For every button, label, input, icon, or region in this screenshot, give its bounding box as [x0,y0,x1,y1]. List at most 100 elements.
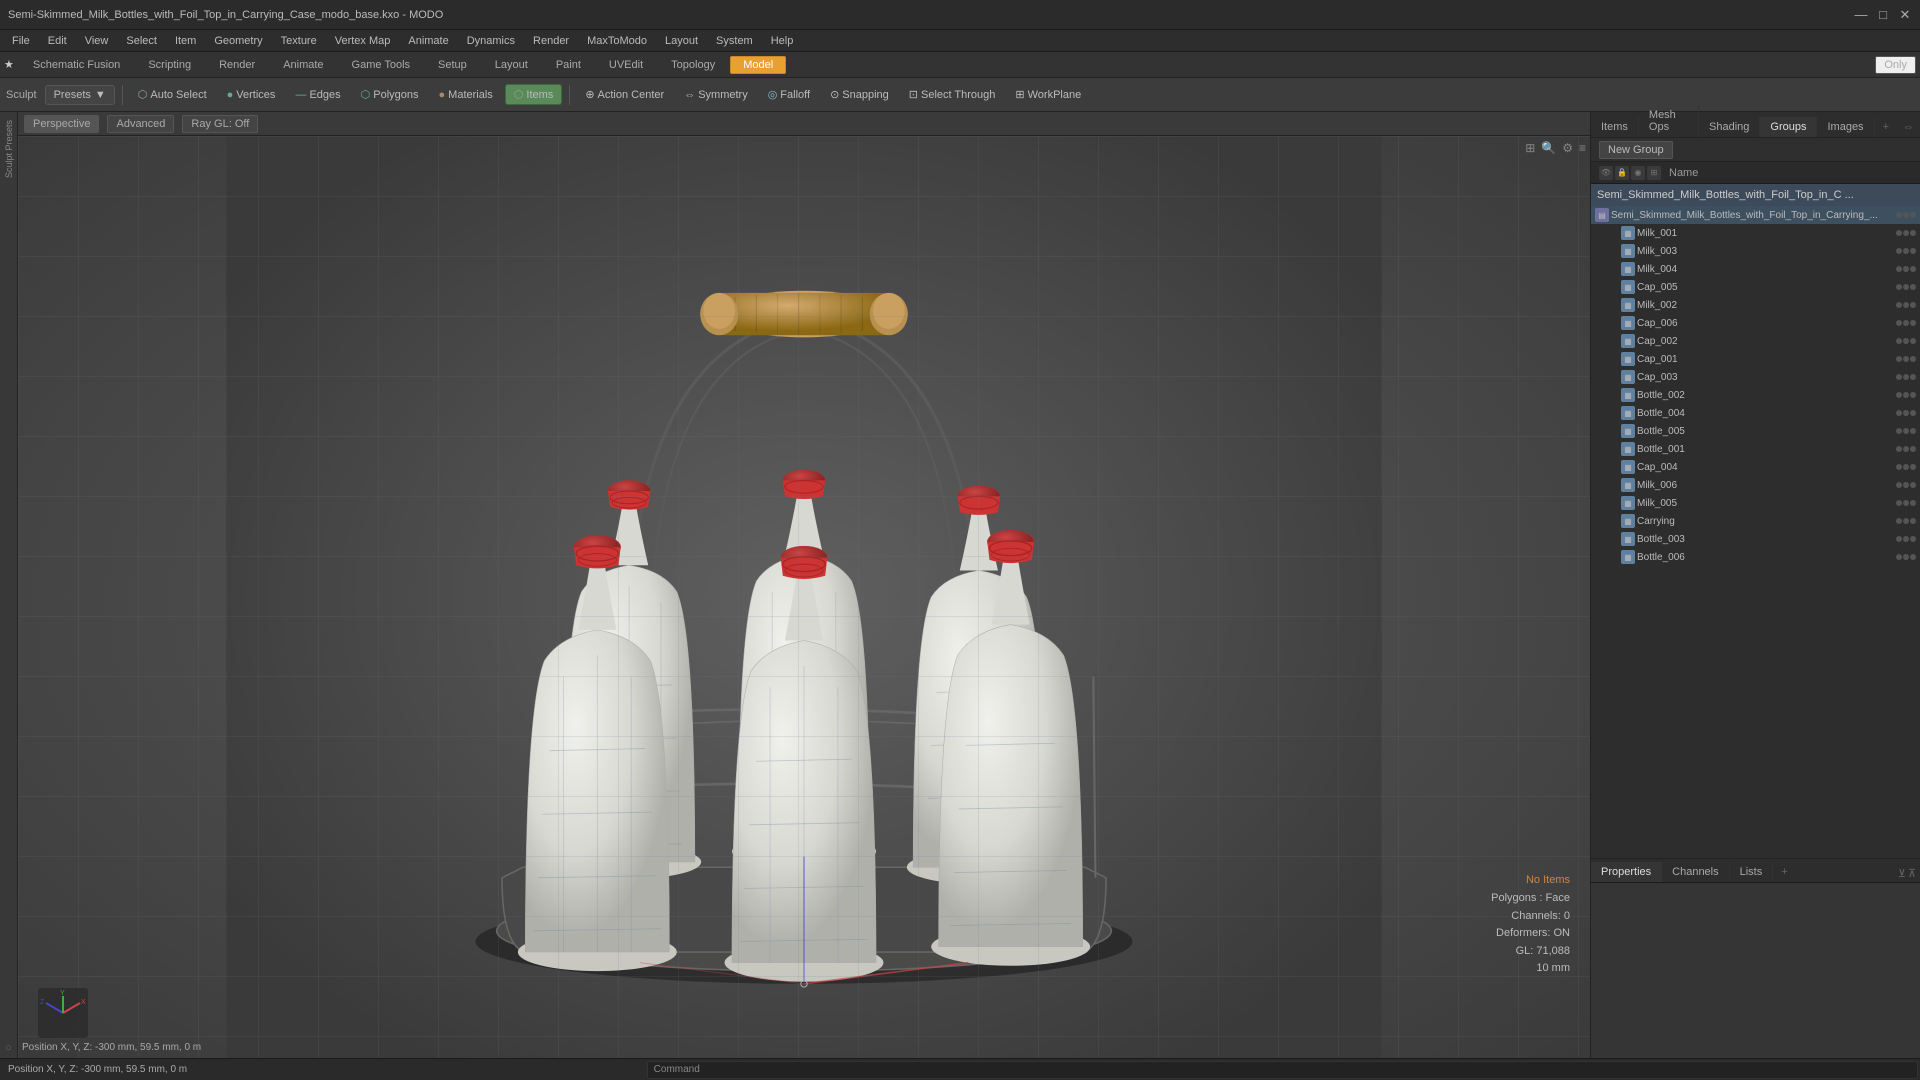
list-item[interactable]: ▦Milk_001 [1591,224,1920,242]
list-item[interactable]: ▦Milk_004 [1591,260,1920,278]
mode-btn-uvedit[interactable]: UVEdit [596,56,656,74]
viewport-icon-3[interactable]: ⚙ [1560,140,1575,156]
vis-dot [1903,248,1909,254]
list-item[interactable]: ▦Cap_005 [1591,278,1920,296]
mode-btn-schematic-fusion[interactable]: Schematic Fusion [20,56,133,74]
ray-gl-button[interactable]: Ray GL: Off [182,115,258,133]
list-item[interactable]: ▦Bottle_003 [1591,530,1920,548]
list-item[interactable]: ▦Cap_001 [1591,350,1920,368]
mode-btn-paint[interactable]: Paint [543,56,594,74]
viewport-icon-1[interactable]: ⊞ [1523,140,1537,156]
menu-item-help[interactable]: Help [763,33,802,49]
menu-item-edit[interactable]: Edit [40,33,75,49]
list-item[interactable]: ▦Milk_005 [1591,494,1920,512]
list-item[interactable]: ▦Cap_004 [1591,458,1920,476]
tab-groups[interactable]: Groups [1760,117,1817,137]
add-tab-button[interactable]: + [1875,117,1897,137]
eye-column-icon[interactable]: 👁 [1599,166,1613,180]
snapping-button[interactable]: ⊙ Snapping [822,85,897,104]
new-group-button[interactable]: New Group [1599,141,1673,159]
tab-mesh-ops[interactable]: Mesh Ops [1639,105,1699,137]
close-button[interactable]: ✕ [1898,8,1912,22]
vertices-button[interactable]: ● Vertices [219,86,284,104]
viewport[interactable]: Perspective Advanced Ray GL: Off ⊞ 🔍 ⚙ ≡ [18,112,1590,1058]
menu-item-dynamics[interactable]: Dynamics [459,33,523,49]
list-item[interactable]: ▦Milk_003 [1591,242,1920,260]
menu-item-vertex map[interactable]: Vertex Map [327,33,399,49]
only-button[interactable]: Only [1875,56,1916,74]
expand-bottom-button[interactable]: ⊼ [1908,867,1916,880]
list-item[interactable]: ▤Semi_Skimmed_Milk_Bottles_with_Foil_Top… [1591,206,1920,224]
menu-item-system[interactable]: System [708,33,761,49]
column-icons: 👁 🔒 ◉ ⊞ [1599,166,1661,180]
perspective-button[interactable]: Perspective [24,115,99,133]
edges-button[interactable]: — Edges [287,86,348,104]
menu-item-animate[interactable]: Animate [400,33,456,49]
list-item[interactable]: ▦Bottle_002 [1591,386,1920,404]
viewport-icon-4[interactable]: ≡ [1577,140,1588,156]
minimize-button[interactable]: — [1854,8,1868,22]
list-item[interactable]: ▦Bottle_005 [1591,422,1920,440]
select-through-button[interactable]: ⊡ Select Through [901,85,1004,104]
collapse-bottom-button[interactable]: ⊻ [1898,867,1906,880]
menu-item-geometry[interactable]: Geometry [206,33,270,49]
list-item[interactable]: ▦Bottle_006 [1591,548,1920,566]
menu-item-view[interactable]: View [77,33,117,49]
auto-select-button[interactable]: ⬡ Auto Select [130,85,215,104]
mode-btn-setup[interactable]: Setup [425,56,480,74]
symmetry-button[interactable]: ⇔ Symmetry [676,86,756,104]
menu-item-file[interactable]: File [4,33,38,49]
list-item[interactable]: ▦Bottle_004 [1591,404,1920,422]
work-plane-button[interactable]: ⊞ WorkPlane [1007,85,1089,104]
mode-btn-game-tools[interactable]: Game Tools [339,56,424,74]
polygons-button[interactable]: ⬡ Polygons [353,85,427,104]
expand-right-panel[interactable]: ⇔ [1897,117,1920,137]
lock-column-icon[interactable]: 🔒 [1615,166,1629,180]
tab-lists[interactable]: Lists [1730,862,1774,882]
list-item[interactable]: ▦Cap_002 [1591,332,1920,350]
menu-item-render[interactable]: Render [525,33,577,49]
list-item[interactable]: ▦Milk_002 [1591,296,1920,314]
tab-properties[interactable]: Properties [1591,862,1662,882]
list-item[interactable]: ▦Bottle_001 [1591,440,1920,458]
presets-button[interactable]: Presets ▼ [45,85,115,105]
add-bottom-tab-button[interactable]: + [1773,862,1795,882]
sidebar-toggle[interactable]: ○ [5,1042,12,1054]
action-center-button[interactable]: ⊕ Action Center [577,85,672,104]
mode-btn-topology[interactable]: Topology [658,56,728,74]
svg-text:Y: Y [60,990,65,997]
mode-btn-scripting[interactable]: Scripting [135,56,204,74]
advanced-button[interactable]: Advanced [107,115,174,133]
viewport-canvas[interactable]: No Items Polygons : Face Channels: 0 Def… [18,136,1590,1058]
menu-item-layout[interactable]: Layout [657,33,706,49]
menu-item-texture[interactable]: Texture [273,33,325,49]
list-item[interactable]: ▦Carrying [1591,512,1920,530]
grid-overlay [18,136,1590,1058]
list-item[interactable]: ▦Cap_003 [1591,368,1920,386]
tab-images[interactable]: Images [1817,117,1874,137]
ref-column-icon[interactable]: ⊞ [1647,166,1661,180]
maximize-button[interactable]: □ [1876,8,1890,22]
groups-list[interactable]: ▤Semi_Skimmed_Milk_Bottles_with_Foil_Top… [1591,206,1920,858]
tab-items[interactable]: Items [1591,117,1639,137]
mode-btn-model[interactable]: Model [730,56,786,74]
mode-btn-render[interactable]: Render [206,56,268,74]
sidebar-item-sculpt-presets[interactable]: Sculpt Presets [2,116,16,182]
menu-item-maxtomodo[interactable]: MaxToModo [579,33,655,49]
list-item[interactable]: ▦Milk_006 [1591,476,1920,494]
left-sidebar: Sculpt Presets ○ [0,112,18,1058]
viewport-header: Perspective Advanced Ray GL: Off [18,112,1590,136]
mode-btn-animate[interactable]: Animate [270,56,336,74]
falloff-button[interactable]: ◎ Falloff [760,85,818,104]
materials-button[interactable]: ● Materials [431,86,501,104]
menu-item-item[interactable]: Item [167,33,204,49]
menu-item-select[interactable]: Select [118,33,165,49]
render-column-icon[interactable]: ◉ [1631,166,1645,180]
mode-btn-layout[interactable]: Layout [482,56,541,74]
tab-channels[interactable]: Channels [1662,862,1729,882]
list-item[interactable]: ▦Cap_006 [1591,314,1920,332]
tab-shading[interactable]: Shading [1699,117,1760,137]
viewport-icon-2[interactable]: 🔍 [1539,140,1558,156]
items-button[interactable]: ⬡ Items [505,84,563,105]
command-input-area[interactable]: Command [647,1061,1918,1079]
